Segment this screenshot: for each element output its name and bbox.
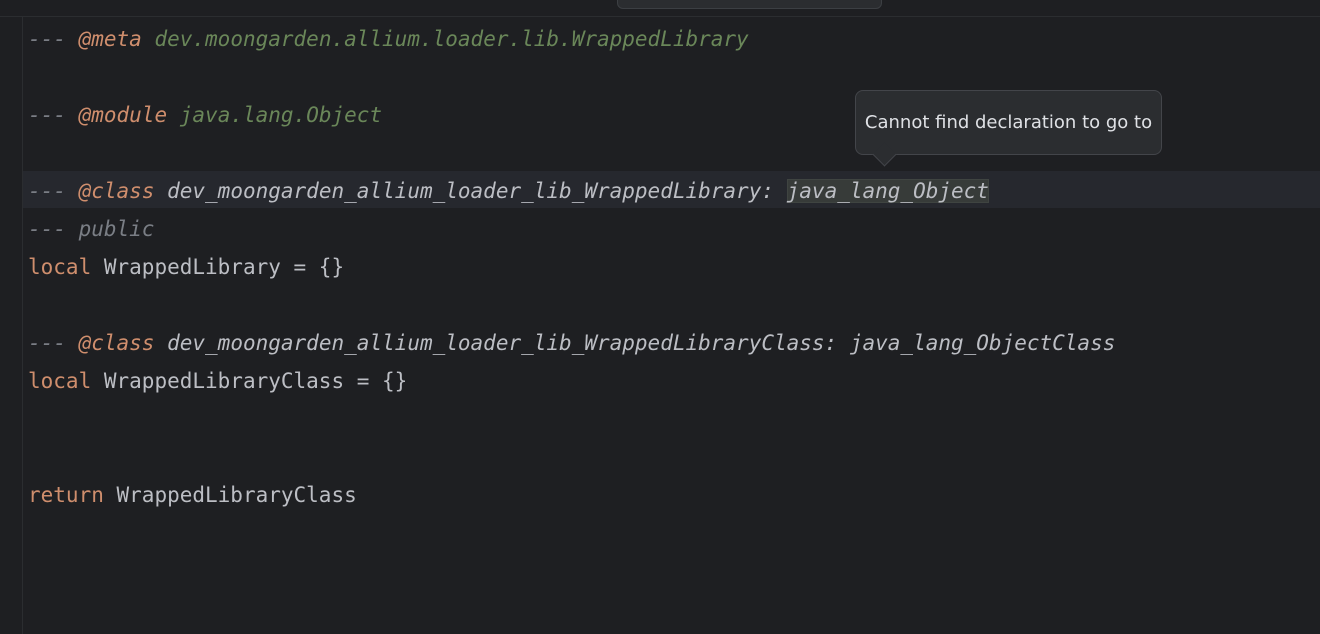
comment-dashes: --- [28, 27, 66, 51]
editor-top-bar [0, 0, 1320, 17]
code-line-1: --- @meta dev.moongarden.allium.loader.l… [28, 20, 749, 58]
parent-class-reference[interactable]: java_lang_Object [786, 179, 989, 203]
code-line-4: --- public [28, 210, 154, 248]
code-line-8: return WrappedLibraryClass [28, 476, 357, 514]
class-name: dev_moongarden_allium_loader_lib_Wrapped… [167, 179, 774, 203]
doc-type: dev.moongarden.allium.loader.lib.Wrapped… [154, 27, 749, 51]
code-line-5: local WrappedLibrary = {} [28, 248, 344, 286]
keyword-local: local [28, 369, 92, 393]
comment-dashes: --- [28, 179, 66, 203]
code-line-6: --- @class dev_moongarden_allium_loader_… [28, 324, 1115, 362]
tooltip-text: Cannot find declaration to go to [864, 112, 1153, 133]
comment-dashes: --- [28, 331, 66, 355]
error-tooltip: Cannot find declaration to go to [855, 90, 1162, 167]
doc-tag: @meta [78, 27, 142, 51]
doc-tag: @class [78, 331, 155, 355]
class-name: dev_moongarden_allium_loader_lib_Wrapped… [167, 331, 838, 355]
top-tab[interactable] [617, 0, 882, 9]
keyword-return: return [28, 483, 104, 507]
doc-visibility: public [78, 217, 155, 241]
doc-type: java.lang.Object [179, 103, 383, 127]
comment-dashes: --- [28, 103, 66, 127]
parent-class-reference[interactable]: java_lang_ObjectClass [850, 331, 1116, 355]
code-line-2: --- @module java.lang.Object [28, 96, 382, 134]
comment-dashes: --- [28, 217, 66, 241]
keyword-local: local [28, 255, 92, 279]
declaration: WrappedLibraryClass = {} [103, 369, 408, 393]
declaration: WrappedLibrary = {} [103, 255, 345, 279]
doc-tag: @class [78, 179, 155, 203]
return-value: WrappedLibraryClass [116, 483, 357, 507]
code-line-7: local WrappedLibraryClass = {} [28, 362, 407, 400]
doc-tag: @module [78, 103, 168, 127]
code-line-3: --- @class dev_moongarden_allium_loader_… [28, 172, 989, 210]
gutter-divider [22, 17, 23, 634]
